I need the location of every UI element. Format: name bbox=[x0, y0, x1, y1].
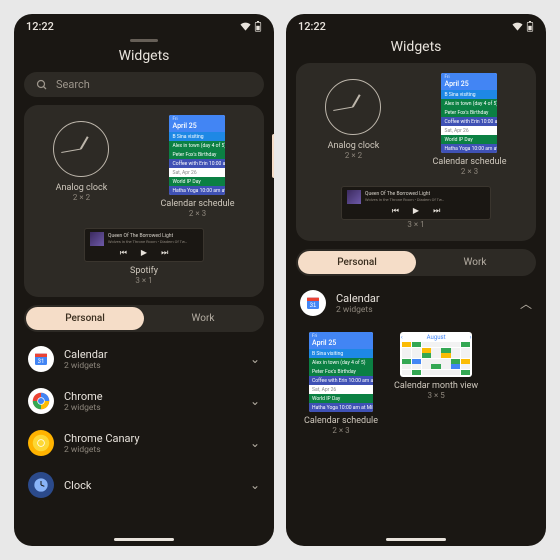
svg-text:31: 31 bbox=[38, 358, 45, 365]
clock-icon bbox=[53, 121, 109, 177]
chevron-down-icon: ⌄ bbox=[250, 436, 260, 450]
search-input[interactable]: Search bbox=[24, 72, 264, 97]
status-bar: 12:22 bbox=[286, 14, 546, 35]
spotify-preview: Queen Of The Borrowed Light Wolves in th… bbox=[341, 186, 491, 220]
nav-bar[interactable] bbox=[286, 532, 546, 546]
status-bar: 12:22 bbox=[14, 14, 274, 35]
status-icons bbox=[512, 21, 534, 32]
album-art-icon bbox=[90, 232, 104, 246]
widget-analog-clock[interactable]: Analog clock 2 × 2 bbox=[325, 73, 381, 160]
power-accent bbox=[272, 134, 274, 178]
album-art-icon bbox=[347, 190, 361, 204]
nav-bar[interactable] bbox=[14, 532, 274, 546]
tile-calendar-schedule[interactable]: FriApril 25B Sina visitingAlex in town (… bbox=[304, 332, 378, 435]
calendar-preview: FriApril 25B Sina visitingAlex in town (… bbox=[309, 332, 373, 412]
calendar-preview: FriApril 25B Sina visitingAlex in town (… bbox=[441, 73, 497, 153]
phone-left: 12:22 Widgets Search Analog clock 2 × 2 bbox=[14, 14, 274, 546]
prev-icon: ⏮ bbox=[392, 206, 399, 216]
phone-right: 12:22 Widgets Analog clock 2 × 2 FriApri… bbox=[286, 14, 546, 546]
chevron-down-icon: ⌄ bbox=[250, 394, 260, 408]
widget-spotify[interactable]: Queen Of The Borrowed Light Wolves in th… bbox=[306, 176, 526, 229]
chevron-down-icon: ⌄ bbox=[250, 478, 260, 492]
play-icon: ▶ bbox=[141, 248, 147, 258]
preview-panel: Analog clock 2 × 2 FriApril 25B Sina vis… bbox=[24, 105, 264, 297]
canary-app-icon bbox=[28, 430, 54, 456]
app-row[interactable]: 31 Calendar2 widgets ⌄ bbox=[14, 338, 274, 380]
app-list: 31 Calendar2 widgets ⌄ Chrome2 widgets ⌄… bbox=[14, 338, 274, 506]
app-row[interactable]: Chrome2 widgets ⌄ bbox=[14, 380, 274, 422]
calendar-app-icon: 31 bbox=[300, 290, 326, 316]
clock-icon bbox=[325, 79, 381, 135]
tab-personal[interactable]: Personal bbox=[298, 251, 416, 274]
next-icon: ⏭ bbox=[433, 206, 440, 216]
status-time: 12:22 bbox=[26, 20, 54, 33]
chrome-app-icon bbox=[28, 388, 54, 414]
page-title: Widgets bbox=[286, 39, 546, 55]
chevron-down-icon: ⌄ bbox=[250, 352, 260, 366]
clock-app-icon bbox=[28, 472, 54, 498]
app-row-calendar-expanded[interactable]: 31 Calendar 2 widgets ︿ bbox=[286, 282, 546, 324]
page-title: Widgets bbox=[14, 48, 274, 64]
next-icon: ⏭ bbox=[161, 248, 168, 258]
battery-icon bbox=[526, 21, 534, 32]
month-preview: ‹August› bbox=[400, 332, 472, 377]
chevron-up-icon: ︿ bbox=[520, 295, 532, 312]
drag-handle[interactable] bbox=[130, 39, 158, 42]
widget-analog-clock[interactable]: Analog clock 2 × 2 bbox=[53, 115, 109, 202]
tile-calendar-month[interactable]: ‹August› Calendar month view 3 × 5 bbox=[394, 332, 478, 435]
play-icon: ▶ bbox=[413, 206, 419, 216]
svg-text:31: 31 bbox=[310, 303, 317, 309]
search-placeholder: Search bbox=[56, 78, 90, 91]
app-row[interactable]: Chrome Canary2 widgets ⌄ bbox=[14, 422, 274, 464]
calendar-app-icon: 31 bbox=[28, 346, 54, 372]
widget-calendar-schedule[interactable]: FriApril 25B Sina visitingAlex in town (… bbox=[160, 115, 234, 218]
wifi-icon bbox=[512, 22, 523, 31]
status-time: 12:22 bbox=[298, 20, 326, 33]
widget-spotify[interactable]: Queen Of The Borrowed Light Wolves in th… bbox=[34, 218, 254, 285]
spotify-preview: Queen Of The Borrowed Light Wolves in th… bbox=[84, 228, 204, 262]
wifi-icon bbox=[240, 22, 251, 31]
track-artist: Wolves in the Throne Room • Diadem Of Tw… bbox=[108, 240, 187, 244]
widget-calendar-schedule[interactable]: FriApril 25B Sina visitingAlex in town (… bbox=[432, 73, 506, 176]
search-icon bbox=[36, 79, 48, 91]
tab-personal[interactable]: Personal bbox=[26, 307, 144, 330]
profile-tabs: Personal Work bbox=[296, 249, 536, 276]
calendar-preview: FriApril 25B Sina visitingAlex in town (… bbox=[169, 115, 225, 195]
battery-icon bbox=[254, 21, 262, 32]
app-row[interactable]: Clock ⌄ bbox=[14, 464, 274, 506]
prev-icon: ⏮ bbox=[120, 248, 127, 258]
profile-tabs: Personal Work bbox=[24, 305, 264, 332]
widget-tiles: FriApril 25B Sina visitingAlex in town (… bbox=[286, 324, 546, 435]
tab-work[interactable]: Work bbox=[144, 307, 262, 330]
track-artist: Wolves in the Throne Room • Diadem Of Tw… bbox=[365, 198, 444, 202]
status-icons bbox=[240, 21, 262, 32]
tab-work[interactable]: Work bbox=[416, 251, 534, 274]
preview-panel: Analog clock 2 × 2 FriApril 25B Sina vis… bbox=[296, 63, 536, 241]
